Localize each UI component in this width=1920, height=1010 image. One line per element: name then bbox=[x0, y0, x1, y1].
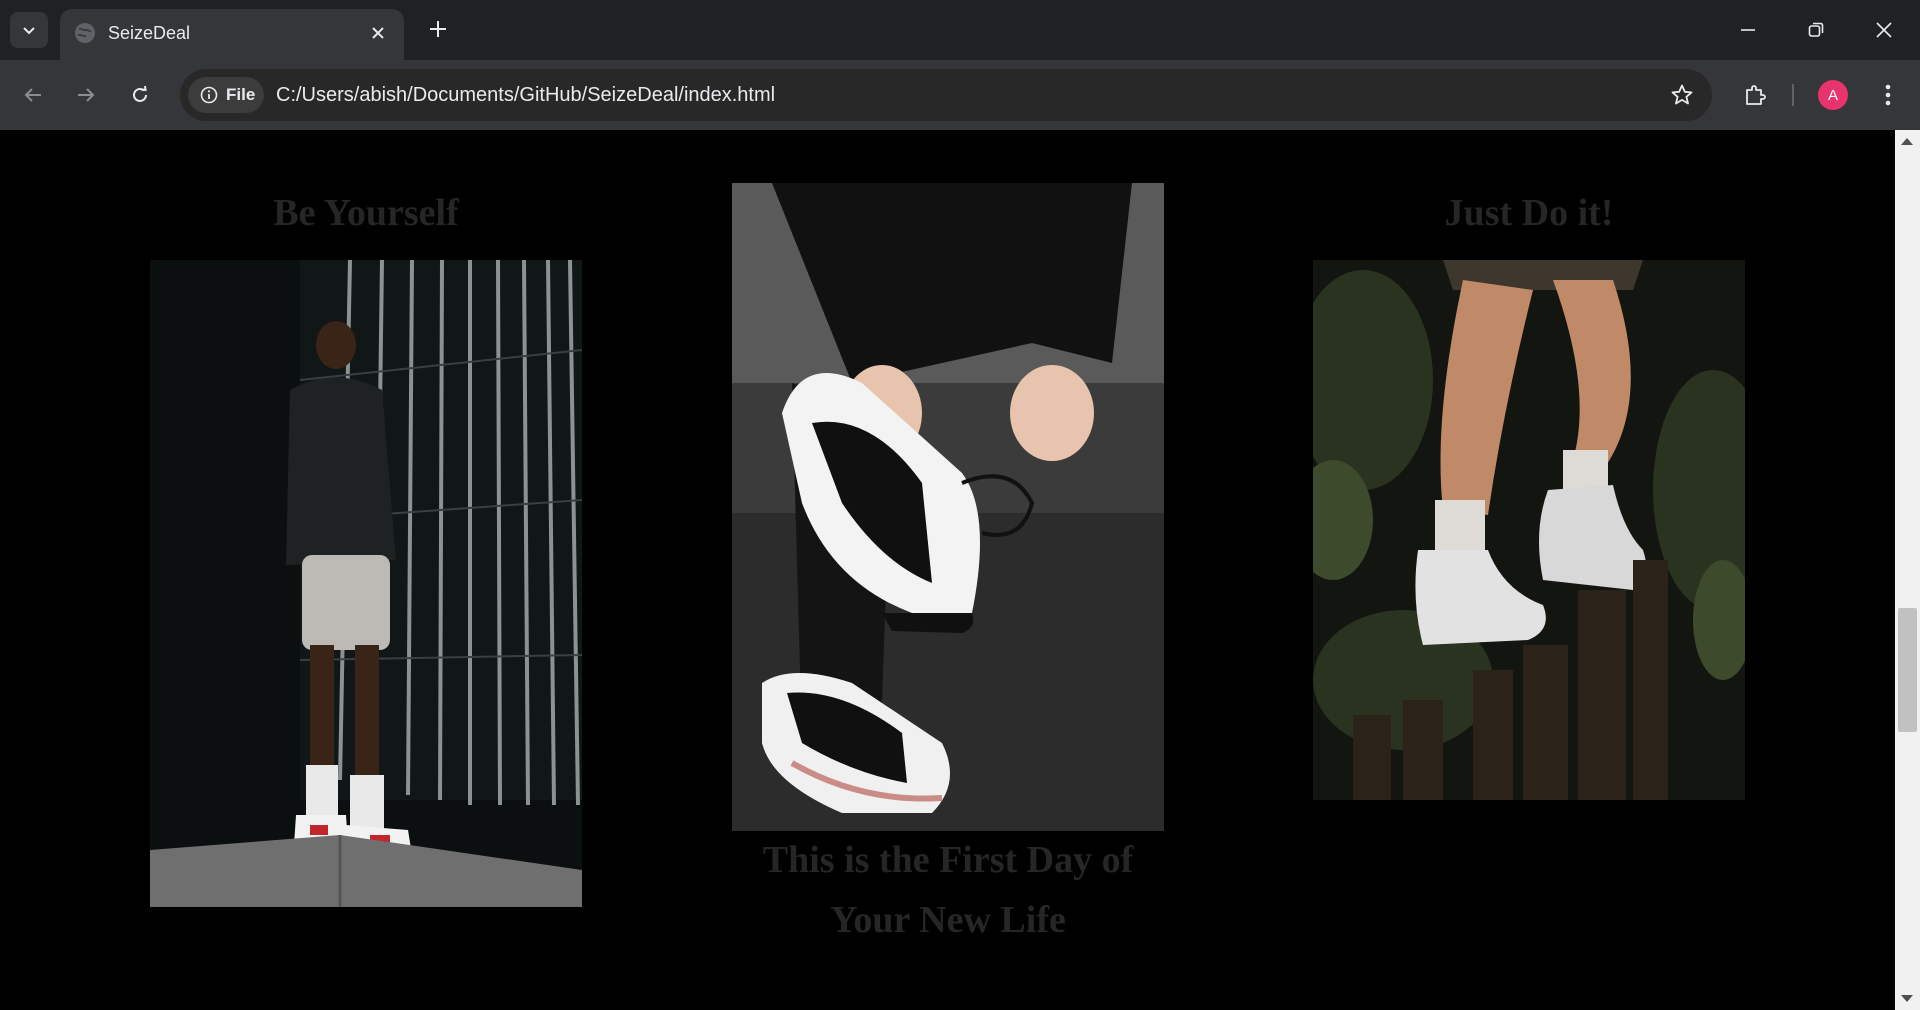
chevron-down-icon bbox=[23, 27, 35, 35]
globe-icon bbox=[75, 23, 95, 43]
minimize-icon bbox=[1741, 29, 1755, 31]
arrow-right-icon bbox=[78, 88, 95, 102]
page-viewport: Be Yourself This is the First Day of You… bbox=[0, 130, 1920, 1010]
tab-close-button[interactable] bbox=[366, 21, 390, 45]
info-icon bbox=[200, 86, 218, 104]
close-window-button[interactable] bbox=[1864, 10, 1904, 50]
url-text[interactable]: C:/Users/abish/Documents/GitHub/SeizeDea… bbox=[276, 82, 775, 108]
new-tab-button[interactable] bbox=[424, 15, 452, 43]
legs-high-top-sneakers-photo bbox=[1313, 260, 1745, 800]
card-heading-just-do-it: Just Do it! bbox=[1444, 192, 1614, 234]
profile-avatar[interactable]: A bbox=[1818, 80, 1848, 110]
bookmark-button[interactable] bbox=[1668, 81, 1696, 109]
reload-button[interactable] bbox=[120, 75, 160, 115]
browser-menu-button[interactable] bbox=[1868, 75, 1908, 115]
close-icon bbox=[1876, 22, 1892, 38]
hands-holding-sneaker-photo bbox=[732, 183, 1164, 831]
scroll-up-arrow-icon[interactable] bbox=[1901, 138, 1913, 145]
extensions-button[interactable] bbox=[1735, 75, 1775, 115]
toolbar-divider bbox=[1792, 84, 1794, 106]
close-icon bbox=[372, 27, 384, 39]
arrow-left-icon bbox=[24, 88, 41, 102]
back-button[interactable] bbox=[13, 75, 53, 115]
tab-search-button[interactable] bbox=[10, 12, 48, 48]
site-info-chip[interactable]: File bbox=[188, 77, 264, 113]
minimize-button[interactable] bbox=[1728, 10, 1768, 50]
reload-icon bbox=[133, 85, 147, 102]
star-icon bbox=[1671, 84, 1693, 105]
forward-button[interactable] bbox=[66, 75, 106, 115]
active-tab[interactable]: SeizeDeal bbox=[60, 9, 404, 60]
address-bar[interactable]: File C:/Users/abish/Documents/GitHub/Sei… bbox=[180, 69, 1712, 121]
card-heading-be-yourself: Be Yourself bbox=[273, 192, 459, 234]
restore-icon bbox=[1808, 22, 1824, 37]
site-info-label: File bbox=[226, 85, 256, 104]
tab-title: SeizeDeal bbox=[108, 23, 191, 43]
page-scrollbar[interactable] bbox=[1895, 130, 1920, 1010]
card-heading-first-day: This is the First Day of Your New Life bbox=[762, 839, 1134, 941]
browser-toolbar: File C:/Users/abish/Documents/GitHub/Sei… bbox=[0, 60, 1920, 130]
more-vert-icon bbox=[1885, 84, 1891, 106]
tab-strip: SeizeDeal bbox=[0, 0, 1920, 60]
scroll-thumb[interactable] bbox=[1898, 608, 1917, 732]
restore-button[interactable] bbox=[1796, 10, 1836, 50]
puzzle-icon bbox=[1746, 85, 1766, 105]
plus-icon bbox=[430, 21, 446, 37]
scroll-down-arrow-icon[interactable] bbox=[1901, 995, 1913, 1002]
man-standing-photo bbox=[150, 260, 582, 907]
